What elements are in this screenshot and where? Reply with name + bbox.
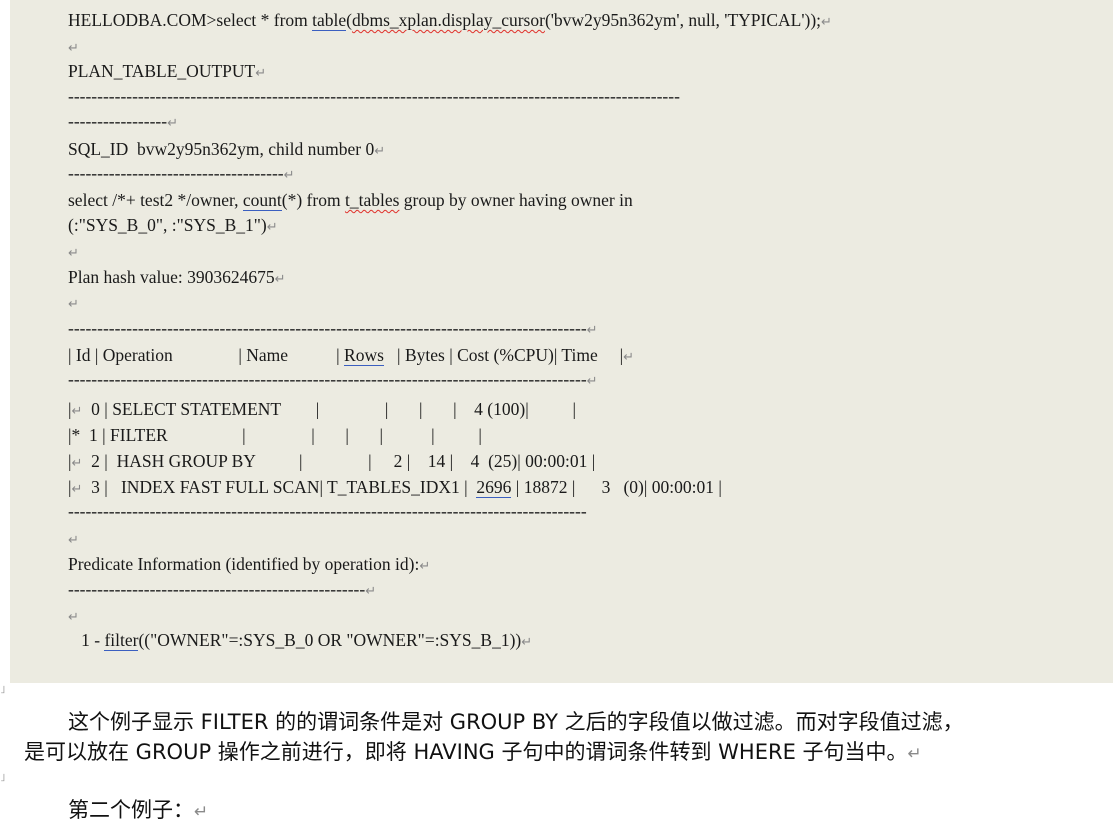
paragraph-heading: 第二个例子：↵ [68, 798, 209, 822]
separator-line: ----------------------------------------… [68, 579, 377, 599]
count-function: count [242, 190, 282, 211]
col-header: Cost (%CPU) [457, 345, 554, 365]
empty-line: ↵ [68, 297, 79, 312]
table-row: |↵ 3 | INDEX FAST FULL SCAN| T_TABLES_ID… [68, 477, 722, 498]
table-row: |↵ 0 | SELECT STATEMENT | | | | 4 (100)|… [68, 399, 576, 419]
plan-table-output-header: PLAN_TABLE_OUTPUT↵ [68, 61, 267, 81]
col-header: Bytes [404, 345, 445, 365]
empty-line: ↵ [68, 41, 79, 56]
plan-table-header: | Id | Operation | Name | Rows | Bytes |… [68, 345, 635, 366]
separator-line: ----------------------------------------… [68, 86, 680, 106]
sql-statement-line: select /*+ test2 */owner, count(*) from … [68, 190, 633, 211]
separator-line: ----------------------------------------… [68, 369, 598, 389]
section-corner-mark: ˩ [0, 771, 6, 784]
paragraph-line: 是可以放在 GROUP 操作之前进行，即将 HAVING 子句中的谓词条件转到 … [24, 740, 922, 764]
plan-hash-line: Plan hash value: 3903624675↵ [68, 267, 286, 287]
query-line: HELLODBA.COM>select * from table(dbms_xp… [68, 10, 832, 31]
table-row: |↵ 2 | HASH GROUP BY | | 2 | 14 | 4 (25)… [68, 451, 596, 471]
separator-line: -------------------------------------↵ [68, 163, 295, 183]
separator-line: -----------------↵ [68, 111, 178, 131]
separator-line: ----------------------------------------… [68, 501, 587, 521]
table-row: |* 1 | FILTER | | | | | | [68, 425, 482, 445]
predicate-title: Predicate Information (identified by ope… [68, 554, 431, 574]
empty-line: ↵ [68, 533, 79, 548]
col-header: Name [246, 345, 289, 365]
separator-line: ----------------------------------------… [68, 318, 598, 338]
col-header: Operation [102, 345, 173, 365]
section-corner-mark: ˩ [0, 683, 6, 696]
predicate-line: 1 - filter(("OWNER"=:SYS_B_0 OR "OWNER"=… [68, 630, 533, 651]
col-header: Rows [344, 345, 384, 366]
sql-id-line: SQL_ID bvw2y95n362ym, child number 0↵ [68, 139, 386, 159]
empty-line: ↵ [68, 246, 79, 261]
filter-function: filter [104, 630, 139, 651]
empty-line: ↵ [68, 610, 79, 625]
table-function: table [312, 10, 347, 31]
table-name: t_tables [344, 190, 400, 210]
col-header: Time [561, 345, 598, 365]
paragraph-line: 这个例子显示 FILTER 的的谓词条件是对 GROUP BY 之后的字段值以做… [68, 710, 964, 734]
col-header: Id [75, 345, 91, 365]
sql-statement-line: (:"SYS_B_0", :"SYS_B_1")↵ [68, 215, 278, 235]
display-cursor-function: dbms_xplan.display_cursor [351, 10, 545, 30]
